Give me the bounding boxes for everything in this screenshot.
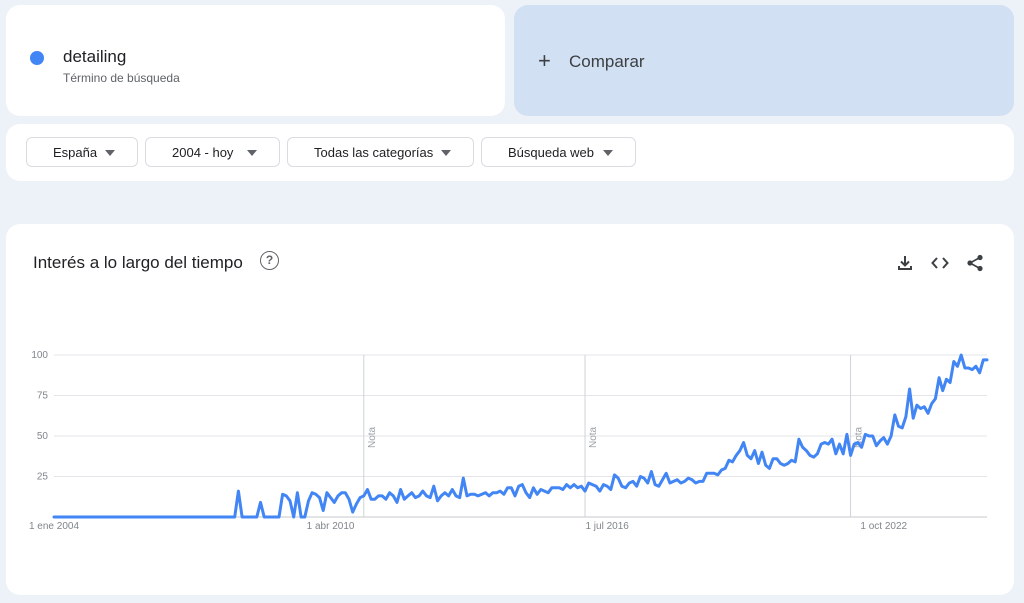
note-label: Nota bbox=[588, 426, 599, 448]
filter-region-label: España bbox=[53, 144, 98, 160]
y-tick-label: 25 bbox=[37, 472, 49, 483]
plus-icon[interactable]: + bbox=[538, 48, 551, 74]
caret-down-icon bbox=[247, 150, 257, 156]
term-name[interactable]: detailing bbox=[63, 47, 126, 67]
filter-category-label: Todas las categorías bbox=[314, 144, 434, 160]
x-tick-label: 1 abr 2010 bbox=[307, 521, 355, 532]
caret-down-icon bbox=[105, 150, 115, 156]
caret-down-icon bbox=[441, 150, 451, 156]
y-tick-label: 50 bbox=[37, 431, 49, 442]
interest-over-time-card: Interés a lo largo del tiempo ? 25 50 75 10… bbox=[6, 224, 1014, 595]
compare-label[interactable]: Comparar bbox=[569, 52, 645, 72]
caret-down-icon bbox=[603, 150, 613, 156]
filter-time-label: 2004 - hoy bbox=[172, 144, 234, 160]
filter-region-dropdown[interactable]: España bbox=[26, 137, 138, 167]
filter-search-type-label: Búsqueda web bbox=[508, 144, 595, 160]
x-tick-label: 1 oct 2022 bbox=[860, 521, 907, 532]
term-subtitle: Término de búsqueda bbox=[63, 71, 180, 85]
filters-bar: España 2004 - hoy Todas las categorías B… bbox=[6, 124, 1014, 181]
y-tick-label: 100 bbox=[31, 350, 48, 361]
filter-category-dropdown[interactable]: Todas las categorías bbox=[287, 137, 474, 167]
x-tick-label: 1 jul 2016 bbox=[585, 521, 629, 532]
filter-search-type-dropdown[interactable]: Búsqueda web bbox=[481, 137, 636, 167]
note-label: Nota bbox=[367, 426, 378, 448]
y-tick-label: 75 bbox=[37, 391, 49, 402]
term-color-dot bbox=[30, 51, 44, 65]
x-tick-label: 1 ene 2004 bbox=[29, 521, 79, 532]
search-term-card[interactable]: detailing Término de búsqueda bbox=[6, 5, 505, 116]
filter-time-dropdown[interactable]: 2004 - hoy bbox=[145, 137, 280, 167]
line-chart[interactable]: 25 50 75 100 1 ene 2004 1 abr 2010 1 jul 2016 1… bbox=[6, 224, 1014, 595]
